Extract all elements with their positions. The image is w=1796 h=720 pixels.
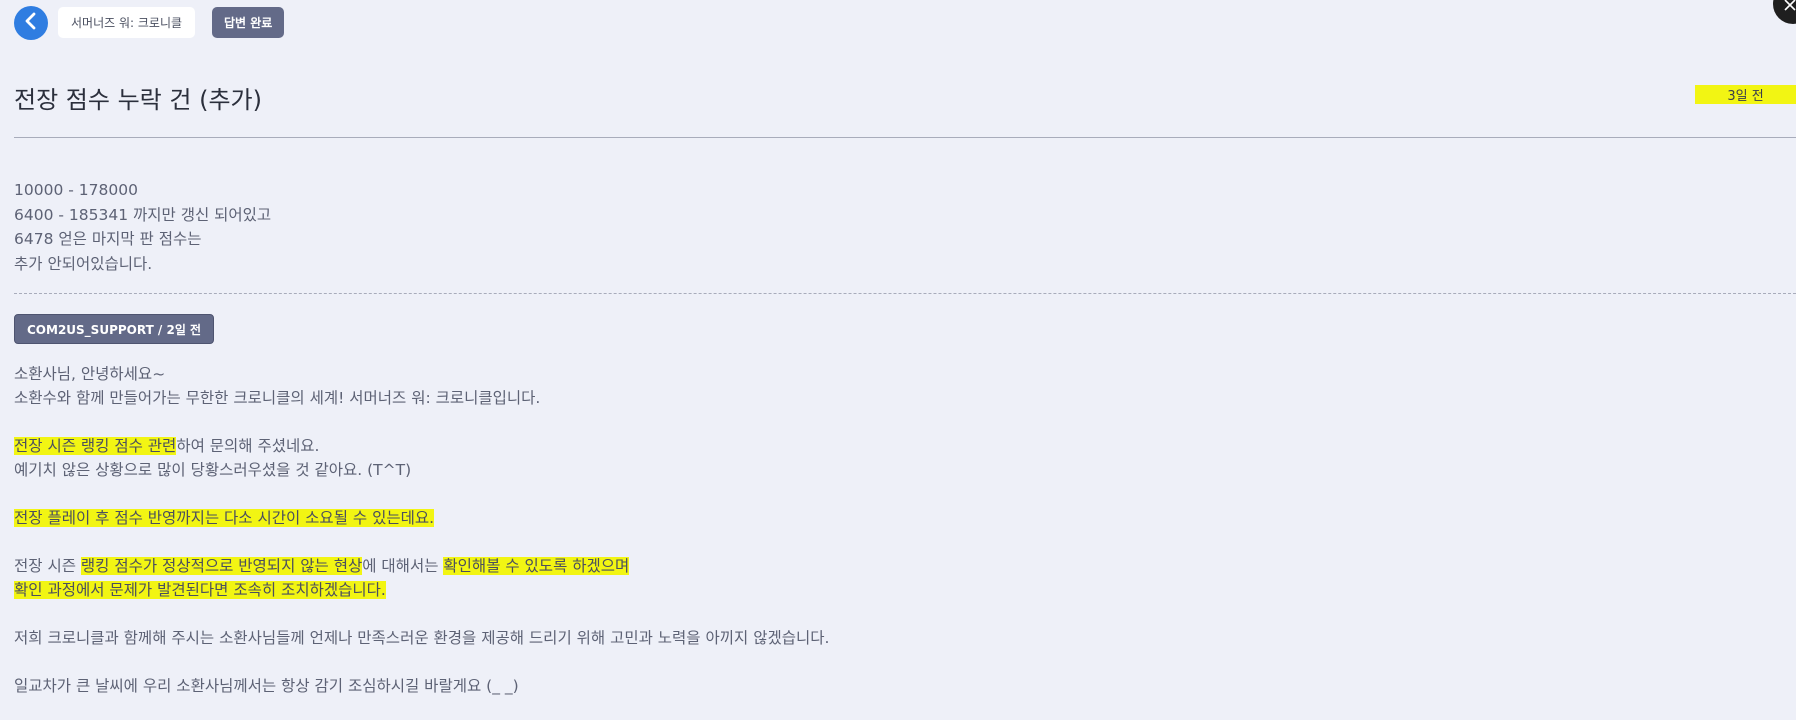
highlighted-text: 확인해볼 수 있도록 하겠으며: [443, 557, 630, 575]
answer-body: 소환사님, 안녕하세요~ 소환수와 함께 만들어가는 무한한 크로니클의 세계!…: [14, 362, 1774, 698]
posted-date: 3일 전: [1695, 85, 1796, 104]
game-name-chip: 서머너즈 워: 크로니클: [58, 7, 196, 38]
answer-line: 확인 과정에서 문제가 발견된다면 조속히 조치하겠습니다.: [14, 578, 1774, 602]
answer-line: 일교차가 큰 날씨에 우리 소환사님께서는 항상 감기 조심하시길 바랄게요 (…: [14, 677, 519, 695]
back-button[interactable]: [14, 6, 48, 40]
answer-line: 예기치 않은 상황으로 많이 당황스러우셨을 것 같아요. (T^T): [14, 461, 412, 479]
highlighted-text: 랭킹 점수가 정상적으로 반영되지 않는 현상: [80, 557, 363, 575]
question-line: 6478 얻은 마지막 판 점수는: [14, 230, 202, 248]
answer-divider: [14, 293, 1796, 294]
answer-line: 소환사님, 안녕하세요~: [14, 365, 166, 383]
answer-line: 전장 플레이 후 점수 반영까지는 다소 시간이 소요될 수 있는데요.: [14, 506, 1774, 530]
status-badge: 답변 완료: [212, 7, 285, 38]
title-divider: [14, 137, 1796, 138]
answer-text: 하여 문의해 주셨네요.: [176, 437, 320, 455]
answer-text: 전장 시즌: [14, 557, 81, 575]
answer-line: 전장 시즌 랭킹 점수가 정상적으로 반영되지 않는 현상에 대해서는 확인해볼…: [14, 554, 1774, 578]
highlighted-text: 확인 과정에서 문제가 발견된다면 조속히 조치하겠습니다.: [14, 581, 386, 599]
answer-line: 저희 크로니클과 함께해 주시는 소환사님들께 언제나 만족스러운 환경을 제공…: [14, 629, 830, 647]
answer-text: 에 대해서는: [362, 557, 444, 575]
highlighted-text: 전장 시즌 랭킹 점수 관련: [14, 437, 177, 455]
inquiry-detail-page: 서머너즈 워: 크로니클 답변 완료 전장 점수 누락 건 (추가) 3일 전 …: [0, 0, 1796, 720]
question-body: 10000 - 178000 6400 - 185341 까지만 갱신 되어있고…: [14, 178, 271, 276]
close-icon: [1784, 0, 1796, 15]
chevron-left-icon: [22, 12, 40, 34]
answer-line: 소환수와 함께 만들어가는 무한한 크로니클의 세계! 서머너즈 워: 크로니클…: [14, 389, 541, 407]
answer-author-badge: COM2US_SUPPORT / 2일 전: [14, 314, 215, 344]
highlighted-text: 전장 플레이 후 점수 반영까지는 다소 시간이 소요될 수 있는데요.: [14, 509, 435, 527]
question-line: 6400 - 185341 까지만 갱신 되어있고: [14, 205, 272, 224]
question-line: 추가 안되어있습니다.: [14, 254, 153, 273]
answer-line: 전장 시즌 랭킹 점수 관련하여 문의해 주셨네요.: [14, 434, 1774, 458]
page-title: 전장 점수 누락 건 (추가): [14, 86, 262, 114]
question-line: 10000 - 178000: [14, 181, 138, 199]
close-button[interactable]: [1773, 0, 1796, 24]
